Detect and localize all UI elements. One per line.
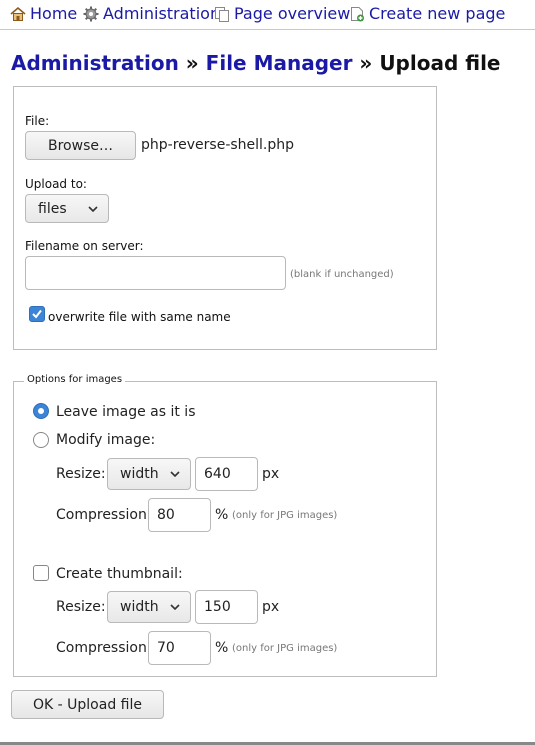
nav-administration-label: Administration bbox=[103, 4, 221, 23]
overwrite-label: overwrite file with same name bbox=[48, 310, 231, 324]
nav-home-link[interactable]: Home bbox=[10, 4, 77, 23]
file-label: File: bbox=[25, 114, 50, 128]
image-options-legend: Options for images bbox=[24, 374, 126, 385]
create-thumbnail-checkbox[interactable] bbox=[33, 565, 49, 581]
nav-home-label: Home bbox=[30, 4, 78, 23]
nav-create-page-label: Create new page bbox=[369, 4, 506, 23]
pages-icon bbox=[215, 6, 229, 22]
compression-input[interactable]: 80 bbox=[148, 498, 211, 532]
create-thumbnail-label: Create thumbnail: bbox=[56, 566, 183, 582]
breadcrumb-separator: » bbox=[185, 51, 199, 75]
modify-image-radio[interactable] bbox=[33, 432, 49, 448]
resize-mode-select[interactable]: width bbox=[107, 458, 191, 490]
upload-submit-button[interactable]: OK - Upload file bbox=[11, 690, 164, 719]
filename-label: Filename on server: bbox=[25, 239, 144, 253]
breadcrumb-separator: » bbox=[359, 51, 373, 75]
resize-label: Resize: bbox=[56, 466, 106, 482]
nav-administration-link[interactable]: Administration bbox=[83, 4, 220, 23]
thumb-compression-unit: % bbox=[215, 640, 229, 656]
checkmark-icon bbox=[32, 309, 42, 319]
new-page-icon bbox=[351, 6, 364, 21]
image-options-fieldset bbox=[13, 381, 437, 677]
chevron-down-icon bbox=[170, 471, 180, 477]
thumb-resize-unit: px bbox=[262, 599, 280, 615]
nav-create-page-link[interactable]: Create new page bbox=[349, 4, 505, 23]
top-navigation: Home Administration Page overview Create bbox=[0, 0, 535, 30]
thumb-compression-hint: (only for JPG images) bbox=[232, 643, 338, 654]
leave-image-label: Leave image as it is bbox=[56, 404, 196, 420]
upload-to-value: files bbox=[38, 200, 67, 217]
nav-page-overview-label: Page overview bbox=[234, 4, 351, 23]
overwrite-checkbox[interactable] bbox=[29, 306, 45, 322]
compression-label: Compression: bbox=[56, 507, 152, 523]
resize-mode-value: width bbox=[120, 466, 159, 482]
thumb-resize-mode-select[interactable]: width bbox=[107, 591, 191, 623]
upload-to-select[interactable]: files bbox=[25, 194, 109, 223]
breadcrumb-file-manager[interactable]: File Manager bbox=[206, 51, 353, 75]
gear-icon bbox=[83, 6, 99, 21]
filename-input[interactable] bbox=[25, 256, 286, 290]
breadcrumb-current: Upload file bbox=[379, 51, 501, 75]
thumb-compression-label: Compression: bbox=[56, 640, 152, 656]
compression-hint: (only for JPG images) bbox=[232, 510, 338, 521]
chevron-down-icon bbox=[170, 604, 180, 610]
nav-page-overview-link[interactable]: Page overview bbox=[214, 4, 350, 23]
thumb-resize-width-input[interactable]: 150 bbox=[195, 590, 258, 624]
upload-to-label: Upload to: bbox=[25, 177, 87, 191]
browse-button[interactable]: Browse… bbox=[25, 131, 136, 160]
resize-width-input[interactable]: 640 bbox=[195, 457, 258, 491]
chevron-down-icon bbox=[88, 205, 98, 212]
thumb-compression-input[interactable]: 70 bbox=[148, 631, 211, 665]
leave-image-radio[interactable] bbox=[33, 403, 49, 419]
home-icon bbox=[10, 6, 26, 21]
filename-hint: (blank if unchanged) bbox=[290, 269, 394, 280]
breadcrumb-administration[interactable]: Administration bbox=[11, 51, 179, 75]
selected-file-name: php-reverse-shell.php bbox=[141, 137, 295, 153]
thumb-resize-label: Resize: bbox=[56, 599, 106, 615]
compression-unit: % bbox=[215, 507, 229, 523]
thumb-resize-mode-value: width bbox=[120, 599, 159, 615]
page-title: Administration » File Manager » Upload f… bbox=[11, 51, 500, 75]
modify-image-label: Modify image: bbox=[56, 432, 156, 448]
resize-unit: px bbox=[262, 466, 280, 482]
